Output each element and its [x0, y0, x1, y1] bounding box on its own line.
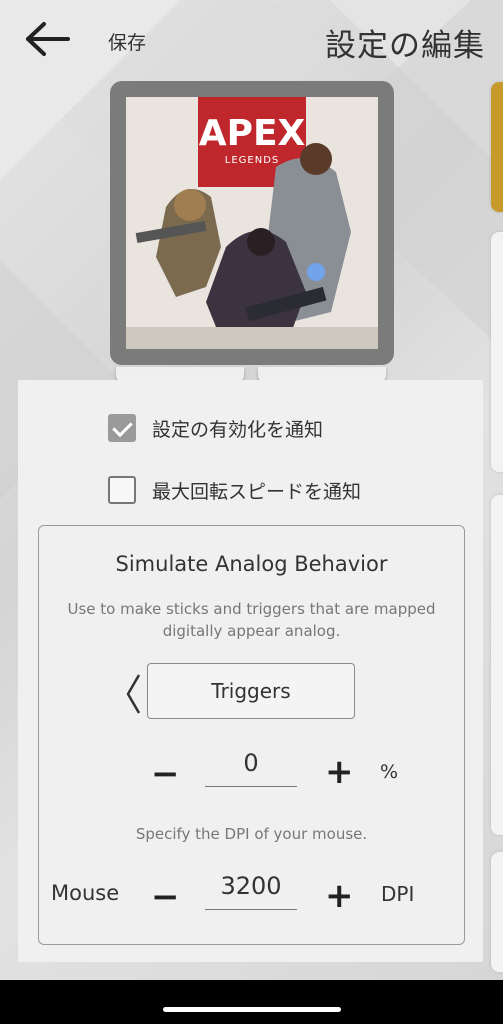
side-tab[interactable]	[491, 232, 503, 472]
game-image-frame[interactable]: APEX LEGENDS	[110, 81, 394, 365]
page-title: 設定の編集	[325, 28, 485, 64]
mouse-label: Mouse	[51, 881, 120, 905]
mouse-dpi-field[interactable]: 3200	[205, 871, 297, 910]
analog-title: Simulate Analog Behavior	[115, 552, 388, 576]
side-tab[interactable]	[491, 852, 503, 972]
top-bar: 保存 設定の編集	[0, 0, 503, 80]
trigger-increase-button[interactable]: +	[325, 755, 354, 789]
side-tab-active[interactable]	[491, 82, 503, 212]
game-cover-image: APEX LEGENDS	[126, 97, 378, 349]
logo-main-text: APEX	[199, 113, 306, 154]
chevron-left-icon[interactable]	[124, 672, 142, 725]
notify-activation-checkbox[interactable]	[108, 414, 136, 442]
trigger-decrease-button[interactable]: −	[151, 757, 180, 791]
system-nav-bar	[0, 980, 503, 1024]
save-button[interactable]: 保存	[108, 28, 146, 55]
notify-max-speed-option[interactable]: 最大回転スピードを通知	[108, 473, 361, 507]
dpi-decrease-button[interactable]: −	[151, 880, 180, 914]
analog-description: Use to make sticks and triggers that are…	[67, 600, 436, 640]
arrow-left-icon	[26, 22, 70, 56]
notify-activation-label: 設定の有効化を通知	[152, 418, 324, 441]
analog-behavior-card: Simulate Analog Behavior Use to make sti…	[38, 525, 465, 945]
trigger-value-field[interactable]: 0	[205, 748, 297, 787]
notify-max-speed-label: 最大回転スピードを通知	[152, 480, 362, 503]
dpi-increase-button[interactable]: +	[325, 879, 354, 913]
side-tab[interactable]	[491, 495, 503, 835]
trigger-unit: %	[380, 761, 399, 783]
dpi-hint: Specify the DPI of your mouse.	[135, 825, 368, 843]
notify-activation-option[interactable]: 設定の有効化を通知	[108, 411, 323, 445]
notify-max-speed-checkbox[interactable]	[108, 476, 136, 504]
back-button[interactable]	[22, 20, 72, 60]
mode-selector[interactable]: Triggers	[147, 663, 355, 719]
logo-sub-text: LEGENDS	[225, 155, 280, 166]
home-indicator[interactable]	[163, 1007, 341, 1012]
dpi-unit: DPI	[381, 882, 415, 906]
